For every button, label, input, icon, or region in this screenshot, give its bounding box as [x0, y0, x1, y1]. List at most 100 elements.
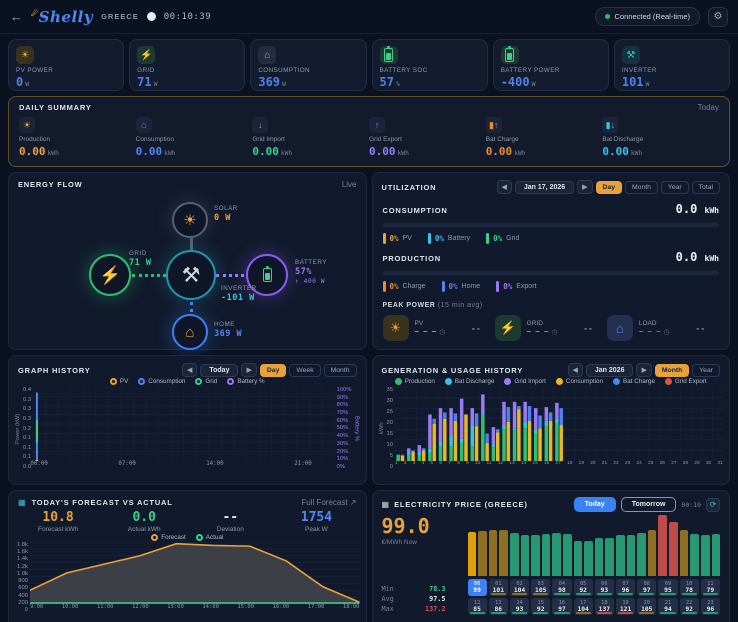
- price-bar-12[interactable]: [595, 538, 604, 576]
- price-cell-09[interactable]: 0995: [658, 579, 677, 596]
- utilization-range-year[interactable]: Year: [661, 181, 689, 194]
- price-bar-06[interactable]: [531, 535, 540, 576]
- price-bar-05[interactable]: [521, 535, 530, 576]
- price-cell-05[interactable]: 0592: [574, 579, 593, 596]
- settings-button[interactable]: ⚙: [708, 7, 728, 27]
- price-bar-23[interactable]: [712, 534, 721, 577]
- refresh-icon[interactable]: ⟳: [706, 498, 720, 512]
- generation-range-year[interactable]: Year: [692, 364, 720, 377]
- utilization-range-month[interactable]: Month: [625, 181, 658, 194]
- graph-history-prev-button[interactable]: ◀: [182, 363, 197, 377]
- price-cell-06[interactable]: 0693: [595, 579, 614, 596]
- price-cell-03[interactable]: 03105: [531, 579, 550, 596]
- inverter-node[interactable]: ⚒: [166, 250, 216, 300]
- price-bar-14[interactable]: [616, 535, 625, 576]
- graph-history-plot: 00:0007:0014:0021:00: [33, 387, 335, 470]
- price-bar-21[interactable]: [690, 534, 699, 576]
- solar-node[interactable]: ☀: [172, 202, 208, 238]
- graph-history-range-month[interactable]: Month: [324, 364, 357, 377]
- price-cell-12[interactable]: 1285: [468, 598, 487, 615]
- xtick: 15: [532, 461, 537, 470]
- price-cell-underline: [618, 593, 633, 595]
- price-bar-08[interactable]: [552, 533, 561, 576]
- graph-history-period-label[interactable]: Today: [200, 364, 238, 377]
- price-bar-19[interactable]: [669, 522, 678, 576]
- legend-name: Charge: [403, 283, 426, 290]
- stat-card-battery-power[interactable]: BATTERY POWER-400W: [493, 39, 609, 91]
- price-cell-13[interactable]: 1386: [489, 598, 508, 615]
- generation-period-label[interactable]: Jan 2026: [586, 364, 634, 377]
- price-bar-20[interactable]: [680, 530, 689, 577]
- chart-legend-gridimport: Grid Import: [504, 378, 546, 385]
- price-bar-03[interactable]: [499, 530, 508, 577]
- price-bar-18[interactable]: [658, 515, 667, 576]
- price-cell-19[interactable]: 19121: [616, 598, 635, 615]
- price-cell-16[interactable]: 1697: [552, 598, 571, 615]
- back-button[interactable]: ←: [10, 9, 23, 24]
- stat-card-pv-power[interactable]: ☀PV POWER0W: [8, 39, 124, 91]
- price-cell-01[interactable]: 01101: [489, 579, 508, 596]
- y2tick: 50%: [337, 425, 352, 431]
- stat-card-unit: W: [532, 80, 536, 88]
- price-cell-11[interactable]: 1179: [701, 579, 720, 596]
- stat-card-consumption[interactable]: ⌂CONSUMPTION369W: [250, 39, 366, 91]
- stat-card-grid[interactable]: ⚡GRID71W: [129, 39, 245, 91]
- today-button[interactable]: Today: [574, 497, 616, 512]
- utilization-period-label[interactable]: Jan 17, 2026: [515, 181, 574, 194]
- price-bar-07[interactable]: [542, 534, 551, 577]
- price-bar-01[interactable]: [478, 531, 487, 576]
- price-bar-02[interactable]: [489, 530, 498, 576]
- legend-pill: [383, 233, 386, 244]
- home-node[interactable]: ⌂: [172, 314, 208, 350]
- price-cell-04[interactable]: 0498: [552, 579, 571, 596]
- generation-next-button[interactable]: ▶: [636, 363, 651, 377]
- price-cell-17[interactable]: 17104: [574, 598, 593, 615]
- price-cell-10[interactable]: 1078: [680, 579, 699, 596]
- price-cell-08[interactable]: 0897: [637, 579, 656, 596]
- xtick: 18: [567, 461, 572, 470]
- price-cell-underline: [512, 593, 527, 595]
- grid-node[interactable]: ⚡: [89, 254, 131, 296]
- utilization-next-button[interactable]: ▶: [577, 180, 592, 194]
- stat-card-inverter[interactable]: ⚒INVERTER101W: [614, 39, 730, 91]
- price-cell-14[interactable]: 1493: [510, 598, 529, 615]
- price-cell-00[interactable]: 0099: [468, 579, 487, 596]
- full-forecast-link[interactable]: Full Forecast ↗: [301, 498, 356, 507]
- peak-item-grid: ⚡GRID– – –◷--: [495, 315, 607, 341]
- y2tick: 0%: [337, 464, 352, 470]
- price-bar-17[interactable]: [648, 530, 657, 576]
- price-bar-09[interactable]: [563, 534, 572, 576]
- generation-range-month[interactable]: Month: [655, 364, 689, 377]
- price-cell-23[interactable]: 2396: [701, 598, 720, 615]
- price-bar-00[interactable]: [468, 532, 477, 576]
- graph-history-range-week[interactable]: Week: [289, 364, 320, 377]
- legend-pill: [496, 281, 499, 292]
- utilization-prev-button[interactable]: ◀: [497, 180, 512, 194]
- stat-card-battery-soc[interactable]: BATTERY SOC57%: [372, 39, 488, 91]
- price-bar-11[interactable]: [584, 541, 593, 576]
- clock-icon: ◷: [551, 329, 557, 336]
- price-bar-22[interactable]: [701, 535, 710, 576]
- utilization-range-day[interactable]: Day: [596, 181, 622, 194]
- top-bar: ← ☄Shelly GREECE 00:10:39 Connected (Rea…: [0, 0, 738, 34]
- price-cell-20[interactable]: 20105: [637, 598, 656, 615]
- price-cell-15[interactable]: 1592: [531, 598, 550, 615]
- graph-history-range-day[interactable]: Day: [260, 364, 286, 377]
- peak-item-pv: ☀PV– – –◷--: [383, 315, 495, 341]
- utilization-range-total[interactable]: Total: [692, 181, 720, 194]
- price-bar-15[interactable]: [627, 535, 636, 576]
- graph-history-next-button[interactable]: ▶: [241, 363, 256, 377]
- peak-power-title: PEAK POWER: [383, 302, 436, 309]
- price-bar-10[interactable]: [574, 541, 583, 576]
- price-cell-18[interactable]: 18137: [595, 598, 614, 615]
- price-bar-04[interactable]: [510, 533, 519, 576]
- price-cell-22[interactable]: 2292: [680, 598, 699, 615]
- price-cell-07[interactable]: 0796: [616, 579, 635, 596]
- generation-prev-button[interactable]: ◀: [568, 363, 583, 377]
- grid-import-icon: ↓: [252, 117, 268, 133]
- price-cell-21[interactable]: 2194: [658, 598, 677, 615]
- price-cell-02[interactable]: 02104: [510, 579, 529, 596]
- price-bar-16[interactable]: [637, 533, 646, 576]
- price-bar-13[interactable]: [605, 538, 614, 576]
- tomorrow-button[interactable]: Tomorrow: [621, 497, 677, 512]
